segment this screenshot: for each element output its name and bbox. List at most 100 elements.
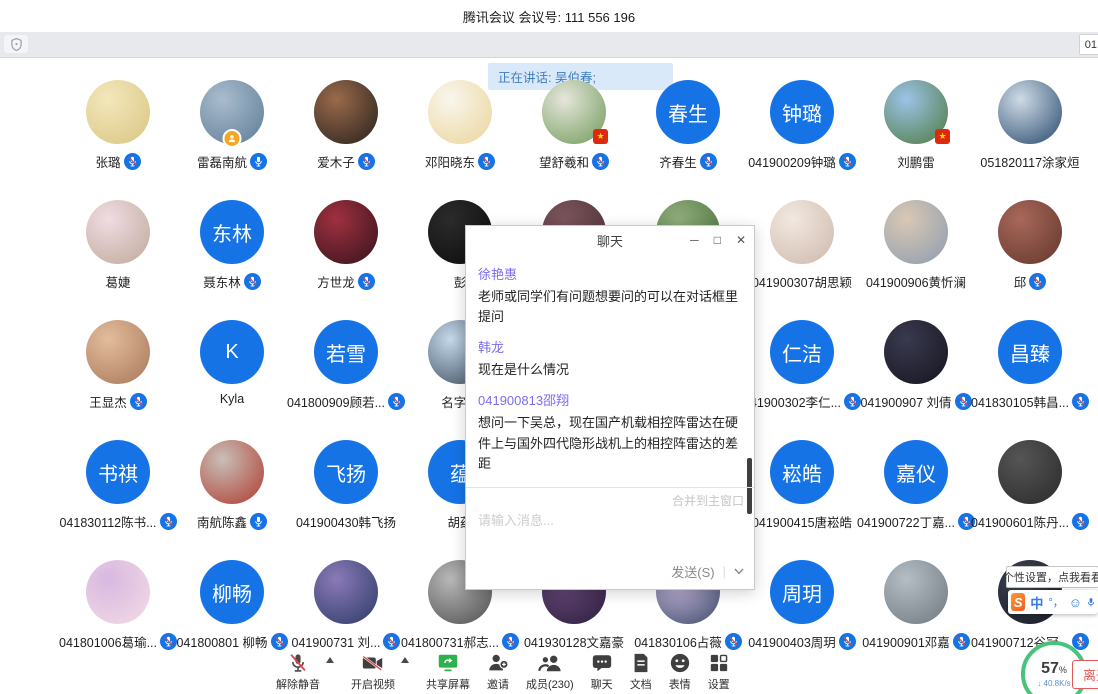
shield-icon [11,38,22,51]
avatar [314,200,378,264]
participant-tile[interactable]: 041900601陈丹... [973,438,1087,558]
video-options-caret[interactable] [401,657,409,663]
status-bar [0,32,1098,58]
ime-punctuation-toggle[interactable]: °， [1048,594,1063,610]
chat-sender: 董伯佺 [478,484,742,486]
ime-emoji-icon[interactable]: ☺ [1069,595,1082,610]
docs-button[interactable]: 文档 [630,651,652,692]
participant-tile[interactable]: 书祺 041830112陈书... [61,438,175,558]
emoji-icon [669,651,691,675]
mic-status-icon [250,513,267,530]
participant-tile[interactable]: 邱 [973,198,1087,318]
host-badge-icon [223,129,242,148]
participant-name: 邱 [1014,272,1027,291]
participant-tile[interactable]: 南航陈鑫 [175,438,289,558]
participant-tile[interactable]: 041900906黄忻澜 [859,198,973,318]
share-screen-button[interactable]: 共享屏幕 [426,651,470,692]
avatar: 昌臻 [998,320,1062,384]
participant-name: 041900415唐崧皓 [752,512,852,531]
members-button[interactable]: 成员(230) [526,651,574,692]
mic-options-caret[interactable] [326,657,334,663]
leave-meeting-button[interactable]: 离开 [1072,660,1098,689]
participant-tile[interactable]: 爱木子 [289,78,403,198]
settings-button[interactable]: 设置 [708,651,730,692]
participant-name: 041900731 刘... [292,632,381,651]
invite-button[interactable]: 邀请 [487,651,509,692]
emoji-button[interactable]: 表情 [669,651,691,692]
bottom-toolbar: 解除静音 开启视频 [0,654,1098,694]
participant-tile[interactable]: 邓阳晓东 [403,78,517,198]
participant-tile[interactable]: 崧皓 041900415唐崧皓 [745,438,859,558]
close-button[interactable]: ✕ [736,233,746,247]
participant-name: 041800909顾若... [287,392,385,411]
participant-name: 041900601陈丹... [971,512,1069,531]
participant-name: 望舒羲和 [539,152,589,171]
chevron-down-icon[interactable] [734,568,744,575]
participant-tile[interactable]: 春生 齐春生 [631,78,745,198]
chat-message: 徐艳惠 老师或同学们有问题想要问的可以在对话框里提问 [478,264,742,327]
participant-tile[interactable]: ★ 望舒羲和 [517,78,631,198]
participant-tile[interactable]: K Kyla [175,318,289,438]
ime-language-toggle[interactable]: 中 [1030,593,1043,612]
mic-status-icon [271,633,288,650]
members-icon [538,651,562,675]
participant-name: 041800731郝志... [401,632,499,651]
avatar [86,560,150,624]
chat-sender: 徐艳惠 [478,264,742,283]
participant-tile[interactable]: 张璐 [61,78,175,198]
avatar [998,440,1062,504]
participant-tile[interactable]: 方世龙 [289,198,403,318]
meeting-window: 腾讯会议 会议号: 111 556 196 01: 正在讲话: 吴伯春; 张璐 [0,0,1098,694]
avatar: 东林 [200,200,264,264]
mic-status-icon [160,513,177,530]
participant-tile[interactable]: 王显杰 [61,318,175,438]
ime-toolbar[interactable]: S 中 °， ☺ [1008,590,1098,614]
chat-button[interactable]: 聊天 [591,651,613,692]
security-shield-button[interactable] [4,35,28,53]
mic-status-icon [130,393,147,410]
participant-tile[interactable]: 昌臻 041830105韩昌... [973,318,1087,438]
ime-mic-icon[interactable] [1087,596,1095,609]
participant-name: 041900307胡思颖 [752,272,852,291]
avatar [884,560,948,624]
chat-header[interactable]: 聊天 ─ □ ✕ [466,226,754,254]
mic-status-icon [358,273,375,290]
participant-tile[interactable]: 飞扬 041900430韩飞扬 [289,438,403,558]
start-video-button[interactable]: 开启视频 [351,651,395,692]
mic-status-icon [839,153,856,170]
avatar: 书祺 [86,440,150,504]
participant-name: 041830105韩昌... [971,392,1069,411]
participant-tile[interactable]: 钟璐 041900209钟璐 [745,78,859,198]
participant-name: 方世龙 [317,272,355,291]
chat-input[interactable]: 请输入消息... [478,510,554,529]
participant-tile[interactable]: ★ 刘鹏雷 [859,78,973,198]
participant-name: 邓阳晓东 [425,152,475,171]
avatar [86,80,150,144]
participant-tile[interactable]: 嘉仪 041900722丁嘉... [859,438,973,558]
send-button[interactable]: 发送(S) [671,562,714,581]
participant-name: 王显杰 [89,392,127,411]
participant-tile[interactable]: 041900307胡思颖 [745,198,859,318]
chat-scrollbar[interactable] [747,458,752,514]
window-titlebar: 腾讯会议 会议号: 111 556 196 [0,0,1098,32]
merge-to-main-link[interactable]: 合并到主窗口 [672,492,744,509]
participant-name: 雷磊南航 [197,152,247,171]
participant-tile[interactable]: 若雪 041800909顾若... [289,318,403,438]
sogou-logo-icon[interactable]: S [1011,593,1025,611]
maximize-button[interactable]: □ [714,233,721,247]
avatar [770,200,834,264]
participant-tile[interactable]: 东林 聂东林 [175,198,289,318]
ime-tooltip[interactable]: 个性设置，点我看看 [1006,566,1098,588]
participant-tile[interactable]: 雷磊南航 [175,78,289,198]
participant-tile[interactable]: 仁洁 041900302李仁... [745,318,859,438]
mic-status-icon [383,633,400,650]
avatar: 钟璐 [770,80,834,144]
participant-name: 南航陈鑫 [197,512,247,531]
participant-tile[interactable]: 051820117涂家烜 [973,78,1087,198]
participant-tile[interactable]: 041900907 刘倩 [859,318,973,438]
unmute-button[interactable]: 解除静音 [276,651,320,692]
chat-message: 董伯佺 文档能上传吗 [478,484,742,486]
mic-status-icon [725,633,742,650]
participant-tile[interactable]: 葛婕 [61,198,175,318]
minimize-button[interactable]: ─ [690,233,699,247]
